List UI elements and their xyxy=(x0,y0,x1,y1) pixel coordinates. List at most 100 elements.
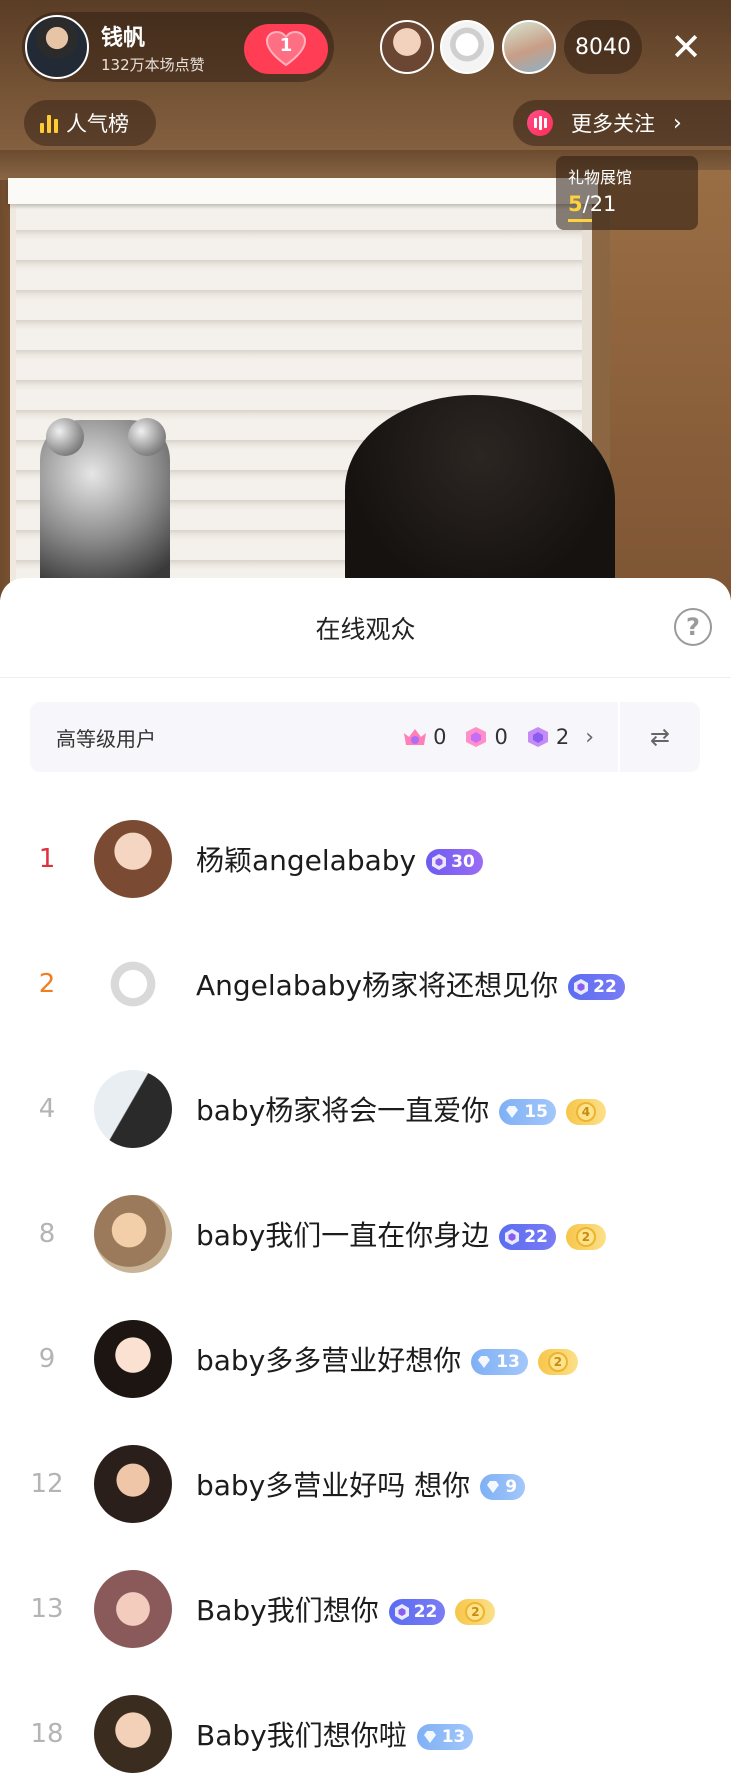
gem-icon xyxy=(394,1603,409,1620)
level-badge: 13 xyxy=(416,1723,474,1750)
viewer-name: baby多多营业好想你 xyxy=(196,1343,462,1377)
figurine-ear-left xyxy=(46,418,84,456)
viewer-avatar[interactable] xyxy=(94,819,172,898)
viewer-row[interactable]: 4 baby杨家将会一直爱你 15 4 xyxy=(0,1046,731,1171)
viewer-row[interactable]: 8 baby我们一直在你身边 22 2 xyxy=(0,1171,731,1296)
viewer-row[interactable]: 9 baby多多营业好想你 13 2 xyxy=(0,1296,731,1421)
viewer-avatar[interactable] xyxy=(94,1069,172,1148)
badge-level: 13 xyxy=(496,1351,520,1372)
viewer-rank: 4 xyxy=(38,1093,56,1124)
level-badge: 22 xyxy=(388,1598,446,1625)
gift-hall-card[interactable]: 礼物展馆 5/21 xyxy=(556,156,698,230)
viewer-row[interactable]: 18 Baby我们想你啦 13 xyxy=(0,1671,731,1782)
viewer-avatar[interactable] xyxy=(94,1569,172,1648)
coin-icon: 2 xyxy=(575,1226,596,1247)
top-viewer-avatar-3[interactable] xyxy=(502,20,556,74)
close-icon[interactable]: ✕ xyxy=(664,22,708,72)
crown-gem-stat: 0 xyxy=(401,725,446,749)
top-viewer-avatar-1[interactable] xyxy=(380,20,434,74)
fan-club-badge: 2 xyxy=(565,1223,606,1250)
level-badge: 22 xyxy=(499,1223,556,1250)
viewer-avatar[interactable] xyxy=(94,1194,172,1273)
gift-current: 5 xyxy=(568,192,583,216)
chevron-right-icon: › xyxy=(585,724,594,750)
popularity-label: 人气榜 xyxy=(66,112,129,136)
pink-gem-icon xyxy=(466,727,487,747)
pink-gem-stat: 0 xyxy=(462,725,508,749)
heart-icon: 1 xyxy=(265,30,307,67)
sheet-title: 在线观众 xyxy=(315,615,416,644)
more-follow-button[interactable]: 更多关注 › xyxy=(513,100,731,146)
badge-level: 22 xyxy=(413,1601,438,1622)
live-stream-video xyxy=(0,0,731,600)
coin-icon: 2 xyxy=(547,1351,568,1372)
level-badge: 30 xyxy=(426,848,483,875)
online-audience-sheet: 在线观众 ? 高等级用户 0 0 2 › ⇄ 1 杨颖angelababy 30 2 A… xyxy=(0,578,731,1782)
host-info: 钱帆 132万本场点赞 xyxy=(101,20,205,75)
wood-panel xyxy=(610,170,731,600)
viewer-avatar[interactable] xyxy=(94,1444,172,1523)
viewer-name: baby杨家将会一直爱你 xyxy=(196,1093,490,1127)
viewer-name-line: baby杨家将会一直爱你 15 4 xyxy=(196,1089,606,1129)
live-indicator-icon xyxy=(527,110,553,136)
viewer-name: baby多营业好吗 想你 xyxy=(196,1468,471,1502)
viewer-rank: 9 xyxy=(38,1343,56,1374)
viewer-row[interactable]: 1 杨颖angelababy 30 xyxy=(0,796,731,921)
viewer-row[interactable]: 13 Baby我们想你 22 2 xyxy=(0,1546,731,1671)
viewer-row[interactable]: 12 baby多营业好吗 想你 9 xyxy=(0,1421,731,1546)
viewer-name: 杨颖angelababy xyxy=(196,843,417,877)
purple-gem-icon xyxy=(527,727,548,747)
high-level-label: 高等级用户 xyxy=(56,726,156,751)
viewer-name-line: Baby我们想你 22 2 xyxy=(196,1589,496,1629)
viewer-rank: 1 xyxy=(38,843,56,874)
fan-club-badge: 2 xyxy=(537,1348,578,1375)
gift-hall-progress: 5/21 xyxy=(568,192,686,216)
like-button[interactable]: 1 xyxy=(244,24,328,74)
top-viewer-avatar-2[interactable] xyxy=(440,20,494,74)
level-badge: 22 xyxy=(568,973,625,1000)
viewer-rank: 18 xyxy=(30,1718,64,1749)
host-likes: 132万本场点赞 xyxy=(101,55,205,74)
viewer-avatar[interactable] xyxy=(94,944,172,1023)
viewer-name: Baby我们想你 xyxy=(196,1593,379,1627)
blind-headrail xyxy=(8,178,598,204)
chevron-right-icon: › xyxy=(673,110,682,136)
high-level-users-bar[interactable]: 高等级用户 0 0 2 › ⇄ xyxy=(30,702,700,772)
viewer-list: 1 杨颖angelababy 30 2 Angelababy杨家将还想见你 22 4 baby… xyxy=(0,796,731,1782)
pink-gem-count: 0 xyxy=(494,725,508,749)
badge-level: 9 xyxy=(505,1476,518,1497)
viewer-rank: 8 xyxy=(38,1218,56,1249)
viewer-name-line: baby多多营业好想你 13 2 xyxy=(196,1339,578,1379)
viewer-name: baby我们一直在你身边 xyxy=(196,1218,490,1252)
badge-level: 22 xyxy=(593,976,617,997)
viewer-name: Baby我们想你啦 xyxy=(196,1718,407,1752)
badge-level: 15 xyxy=(524,1101,548,1122)
gift-hall-title: 礼物展馆 xyxy=(568,168,633,187)
viewer-name-line: Baby我们想你啦 13 xyxy=(196,1714,474,1754)
viewer-avatar[interactable] xyxy=(94,1694,172,1773)
host-avatar[interactable] xyxy=(25,15,89,79)
level-badge: 15 xyxy=(499,1098,556,1125)
purple-gem-count: 2 xyxy=(555,725,570,749)
swap-icon[interactable]: ⇄ xyxy=(620,723,700,751)
crown-gem-count: 0 xyxy=(433,725,447,749)
viewer-name-line: baby我们一直在你身边 22 2 xyxy=(196,1214,606,1254)
purple-gem-stat: 2 xyxy=(524,725,569,749)
host-name: 钱帆 xyxy=(101,25,146,51)
crown-gem-icon xyxy=(404,729,427,745)
help-icon[interactable]: ? xyxy=(674,608,712,646)
viewer-name-line: baby多营业好吗 想你 9 xyxy=(196,1464,526,1504)
fan-club-badge: 2 xyxy=(455,1598,496,1625)
sheet-header: 在线观众 ? xyxy=(0,578,731,678)
diamond-icon xyxy=(423,1730,436,1743)
viewer-count-button[interactable]: 8040 xyxy=(564,20,642,74)
viewer-avatar[interactable] xyxy=(94,1319,172,1398)
figurine-ear-right xyxy=(128,418,166,456)
fan-club-badge: 4 xyxy=(565,1098,606,1125)
viewer-row[interactable]: 2 Angelababy杨家将还想见你 22 xyxy=(0,921,731,1046)
popularity-rank-button[interactable]: 人气榜 xyxy=(24,100,156,146)
viewer-rank: 13 xyxy=(30,1593,64,1624)
viewer-rank: 2 xyxy=(38,968,56,999)
like-count: 1 xyxy=(279,35,293,56)
diamond-icon xyxy=(478,1355,491,1368)
